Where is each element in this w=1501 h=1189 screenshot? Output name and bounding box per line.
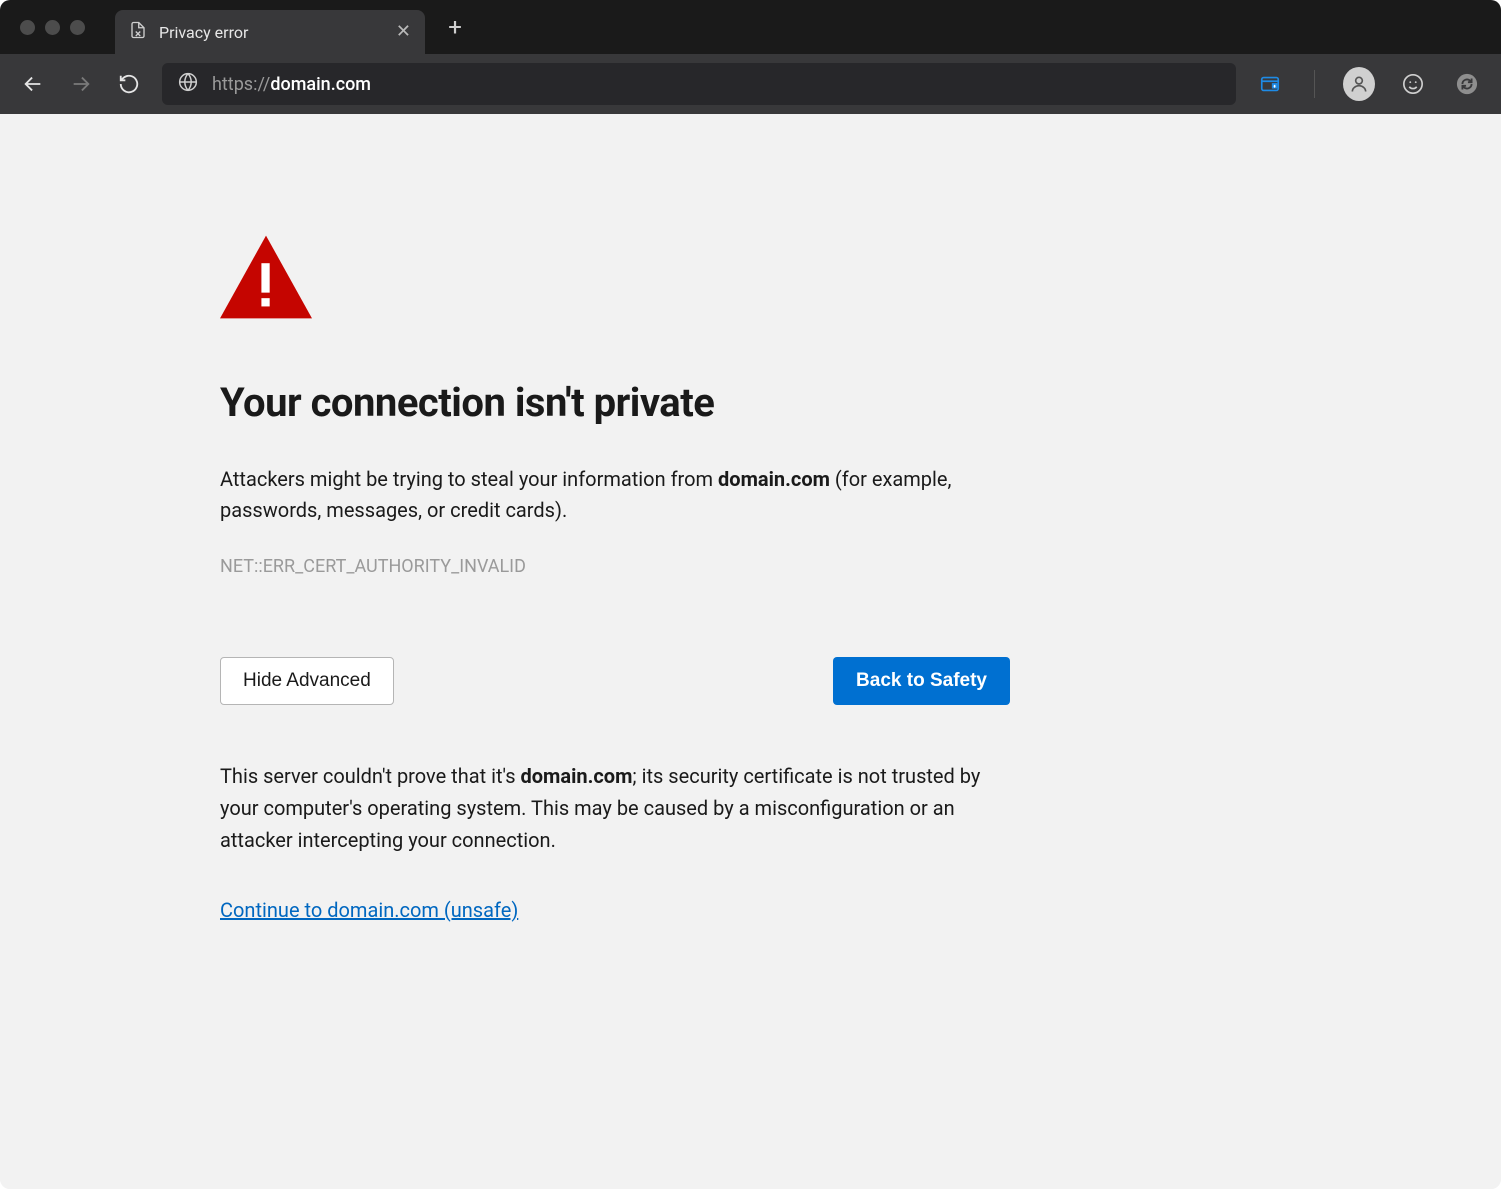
forward-button[interactable] <box>66 69 96 99</box>
error-detail: This server couldn't prove that it's dom… <box>220 760 1010 856</box>
sync-icon[interactable] <box>1451 68 1483 100</box>
hide-advanced-button[interactable]: Hide Advanced <box>220 657 394 705</box>
page-content: Your connection isn't private Attackers … <box>0 114 1501 1189</box>
error-body: Attackers might be trying to steal your … <box>220 464 1010 526</box>
titlebar: Privacy error ✕ + <box>0 0 1501 54</box>
window-maximize-button[interactable] <box>70 20 85 35</box>
toolbar: https://domain.com <box>0 54 1501 114</box>
warning-triangle-icon <box>220 234 1010 324</box>
window-minimize-button[interactable] <box>45 20 60 35</box>
error-code: NET::ERR_CERT_AUTHORITY_INVALID <box>220 556 1010 577</box>
toolbar-right <box>1254 68 1483 100</box>
proceed-unsafe-link[interactable]: Continue to domain.com (unsafe) <box>220 898 518 922</box>
url-text: https://domain.com <box>212 74 371 95</box>
address-bar[interactable]: https://domain.com <box>162 63 1236 105</box>
browser-tab[interactable]: Privacy error ✕ <box>115 10 425 54</box>
toolbar-divider <box>1314 70 1315 98</box>
error-heading: Your connection isn't private <box>220 379 1010 426</box>
refresh-button[interactable] <box>114 69 144 99</box>
tab-title: Privacy error <box>159 23 384 42</box>
url-scheme: https:// <box>212 74 270 95</box>
globe-icon <box>178 72 198 97</box>
back-button[interactable] <box>18 69 48 99</box>
tracking-prevention-icon[interactable] <box>1254 68 1286 100</box>
profile-button[interactable] <box>1343 68 1375 100</box>
url-host: domain.com <box>270 74 371 95</box>
insecure-page-icon <box>129 21 147 43</box>
new-tab-button[interactable]: + <box>437 9 473 45</box>
tab-close-button[interactable]: ✕ <box>396 23 411 41</box>
feedback-icon[interactable] <box>1397 68 1429 100</box>
button-row: Hide Advanced Back to Safety <box>220 657 1010 705</box>
window-controls <box>20 20 85 35</box>
back-to-safety-button[interactable]: Back to Safety <box>833 657 1010 705</box>
window-close-button[interactable] <box>20 20 35 35</box>
